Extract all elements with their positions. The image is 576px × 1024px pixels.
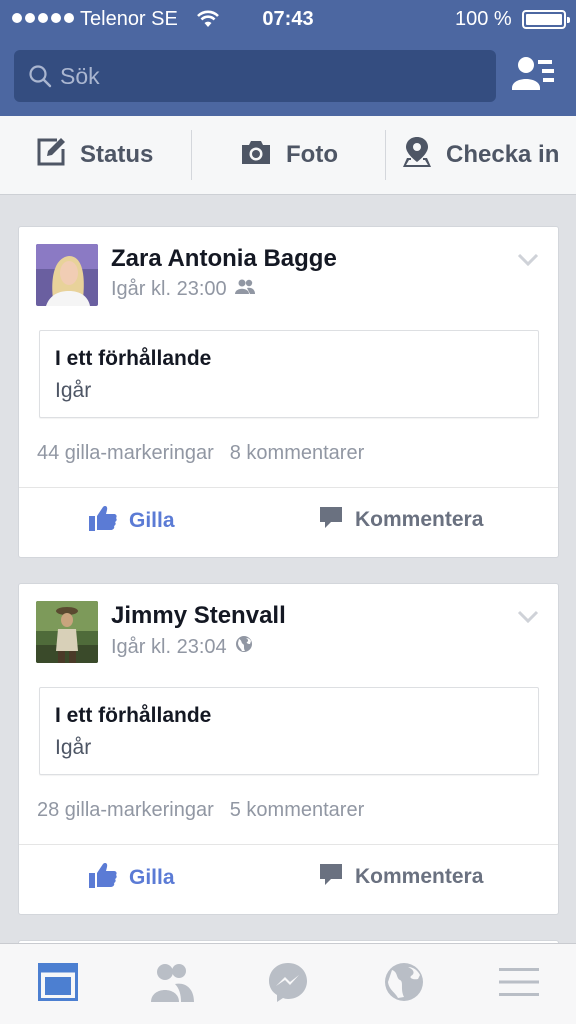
divider: [19, 844, 558, 845]
like-count[interactable]: 28 gilla-markeringar: [37, 799, 214, 821]
comment-count[interactable]: 8 kommentarer: [230, 442, 365, 464]
thumbs-up-icon: [89, 862, 117, 894]
life-event-box[interactable]: I ett förhållande Igår: [39, 687, 539, 775]
life-event-title: I ett förhållande: [55, 347, 212, 370]
comment-bubble-icon: [319, 505, 343, 535]
photo-button[interactable]: Foto: [240, 116, 338, 194]
comment-button[interactable]: Kommentera: [319, 862, 483, 892]
feed-story: Zara Antonia Bagge Igår kl. 23:00 I ett …: [18, 226, 559, 558]
post-meta: Igår kl. 23:00: [111, 278, 255, 301]
like-count[interactable]: 44 gilla-markeringar: [37, 442, 214, 464]
search-bar[interactable]: [14, 50, 496, 102]
author-name[interactable]: Zara Antonia Bagge: [111, 245, 337, 273]
camera-icon: [240, 138, 272, 173]
tab-messenger[interactable]: [266, 962, 310, 1006]
thumbs-up-icon: [89, 505, 117, 537]
like-label: Gilla: [129, 509, 175, 532]
life-event-box[interactable]: I ett förhållande Igår: [39, 330, 539, 418]
battery-icon: [522, 10, 570, 29]
location-pin-icon: [402, 136, 432, 175]
chevron-down-icon[interactable]: [517, 253, 539, 272]
search-input[interactable]: [60, 50, 480, 102]
status-button[interactable]: Status: [36, 116, 153, 194]
like-button[interactable]: Gilla: [89, 862, 175, 894]
search-icon: [28, 64, 52, 93]
status-bar: Telenor SE 07:43 100 %: [0, 0, 576, 38]
timestamp[interactable]: Igår kl. 23:00: [111, 278, 227, 301]
checkin-button[interactable]: Checka in: [402, 116, 559, 194]
battery-percentage: 100 %: [455, 8, 512, 30]
comment-count[interactable]: 5 kommentarer: [230, 799, 365, 821]
engagement-counts: 44 gilla-markeringar 8 kommentarer: [37, 442, 364, 465]
life-event-date: Igår: [55, 379, 92, 402]
header-bar: Telenor SE 07:43 100 %: [0, 0, 576, 116]
life-event-title: I ett förhållande: [55, 704, 212, 727]
messenger-icon: [267, 961, 309, 1008]
friend-list-icon: [512, 57, 556, 98]
globe-audience-icon: [235, 635, 253, 659]
tab-news-feed[interactable]: [36, 962, 80, 1006]
life-event-date: Igår: [55, 736, 92, 759]
friend-requests-icon: [149, 962, 195, 1007]
checkin-label: Checka in: [446, 141, 560, 168]
like-button[interactable]: Gilla: [89, 505, 175, 537]
chevron-down-icon[interactable]: [517, 610, 539, 629]
bottom-tab-bar: [0, 943, 576, 1024]
notifications-globe-icon: [384, 962, 424, 1007]
tab-friend-requests[interactable]: [150, 962, 194, 1006]
comment-button[interactable]: Kommentera: [319, 505, 483, 535]
engagement-counts: 28 gilla-markeringar 5 kommentarer: [37, 799, 364, 822]
friend-requests-button[interactable]: [512, 54, 562, 100]
news-feed-icon: [38, 962, 78, 1006]
divider: [385, 130, 386, 180]
tab-notifications[interactable]: [382, 962, 426, 1006]
post-meta: Igår kl. 23:04: [111, 635, 253, 659]
comment-label: Kommentera: [355, 508, 484, 531]
timestamp[interactable]: Igår kl. 23:04: [111, 636, 227, 659]
avatar[interactable]: [36, 601, 98, 663]
divider: [191, 130, 192, 180]
composer-bar: Status Foto Checka in: [0, 116, 576, 195]
status-label: Status: [80, 141, 154, 168]
friends-audience-icon: [234, 278, 255, 301]
feed-story: Jimmy Stenvall Igår kl. 23:04 I ett förh…: [18, 583, 559, 915]
photo-label: Foto: [286, 141, 338, 168]
like-label: Gilla: [129, 866, 175, 889]
divider: [19, 487, 558, 488]
edit-icon: [36, 137, 66, 174]
tab-menu[interactable]: [497, 962, 541, 1006]
comment-bubble-icon: [319, 862, 343, 892]
avatar[interactable]: [36, 244, 98, 306]
author-name[interactable]: Jimmy Stenvall: [111, 602, 286, 630]
comment-label: Kommentera: [355, 865, 484, 888]
menu-icon: [499, 967, 539, 1002]
